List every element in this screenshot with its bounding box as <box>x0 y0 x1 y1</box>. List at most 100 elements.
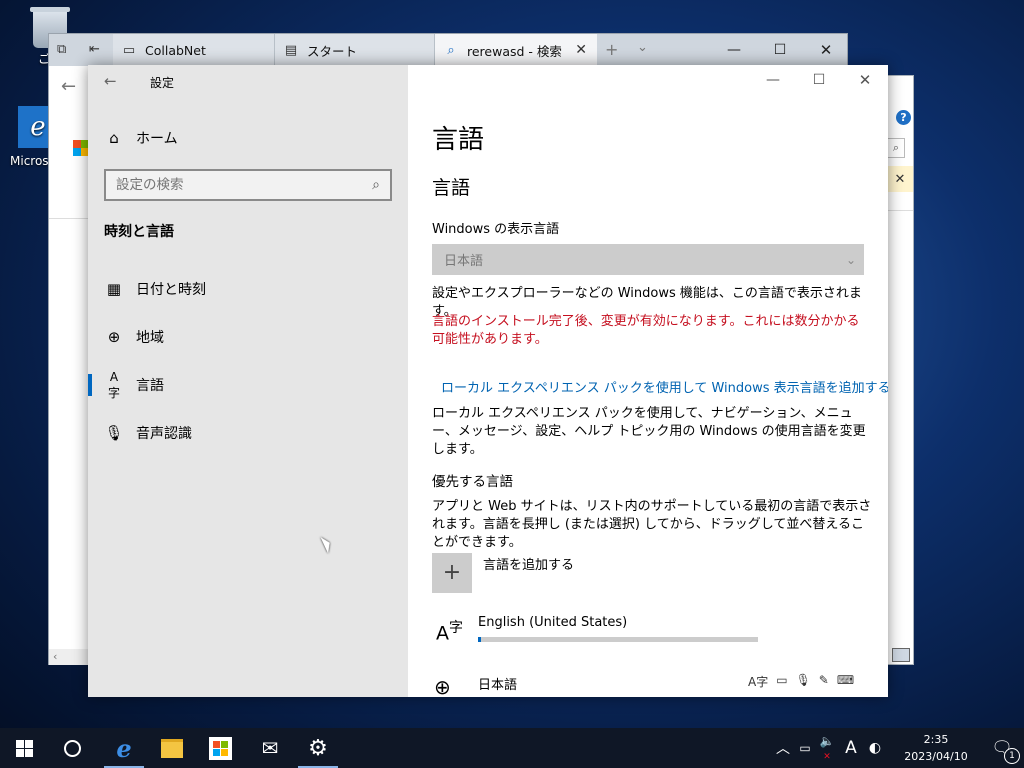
tab-label: スタート <box>307 43 358 59</box>
edge-tab-bar: ⧉ ⇤ ▭ CollabNet ▤ スタート ⌕ rerewasd - 検索 ✕… <box>49 34 847 66</box>
taskbar-file-explorer[interactable] <box>148 728 196 768</box>
section-title: 時刻と言語 <box>104 224 174 240</box>
dropdown-value: 日本語 <box>444 254 484 269</box>
window-title: 設定 <box>150 76 175 90</box>
close-icon[interactable]: ✕ <box>895 172 906 187</box>
cortana-circle-icon <box>63 739 81 757</box>
action-center-button[interactable]: 🗨 1 <box>980 728 1024 768</box>
taskbar-settings[interactable]: ⚙ <box>294 728 342 768</box>
section-subtitle: 言語 <box>432 177 471 199</box>
chevron-down-icon: ⌄ <box>845 252 856 267</box>
mouse-cursor-icon <box>320 534 334 554</box>
search-icon: ⌕ <box>372 177 380 193</box>
chevron-down-icon[interactable]: ⌄ <box>637 40 648 55</box>
display-language-feature-icon: A字 <box>748 675 769 689</box>
local-experience-link[interactable]: ローカル エクスペリエンス パックを使用して Windows 表示言語を追加する <box>432 377 888 396</box>
tab-preview-icon[interactable]: ⧉ <box>57 42 66 57</box>
taskbar-mail[interactable]: ✉ <box>246 728 294 768</box>
back-button[interactable]: ← <box>104 72 117 90</box>
globe-language-icon: ⊕ <box>434 675 451 697</box>
image-icon <box>892 648 910 662</box>
scroll-left-icon[interactable]: ‹ <box>49 650 57 663</box>
language-features: A字 ▭ 🎙 ✎ ⌨ <box>748 673 854 690</box>
close-button[interactable]: ✕ <box>803 34 849 66</box>
search-input[interactable] <box>106 176 362 194</box>
nav-language[interactable]: A字 言語 <box>88 365 408 405</box>
tab-collabnet[interactable]: ▭ CollabNet <box>113 34 275 66</box>
local-experience-description: ローカル エクスペリエンス パックを使用して、ナビゲーション、メニュー、メッセー… <box>432 406 866 457</box>
add-language-button[interactable]: + 言語を追加する <box>432 553 732 593</box>
tab-search-results[interactable]: ⌕ rerewasd - 検索 ✕ <box>435 34 597 66</box>
system-tray: ︿ ▭ 🔈✕ A ◐ <box>772 728 886 768</box>
display-language-label: Windows の表示言語 <box>432 222 560 237</box>
tab-aside-icon[interactable]: ⇤ <box>89 42 100 57</box>
preferred-languages-title: 優先する言語 <box>432 474 513 490</box>
nav-region[interactable]: ⊕ 地域 <box>88 317 408 357</box>
new-tab-icon[interactable]: + <box>605 40 618 59</box>
minimize-button[interactable]: — <box>750 65 796 95</box>
language-icon: A字 <box>436 620 463 645</box>
tab-start[interactable]: ▤ スタート <box>275 34 435 66</box>
globe-icon: ⊕ <box>107 328 121 346</box>
settings-content-pane: — ☐ ✕ 言語 言語 Windows の表示言語 日本語 ⌄ 設定やエクスプロ… <box>408 65 888 697</box>
microsoft-logo-icon <box>73 140 89 156</box>
nav-speech[interactable]: 🎙 音声認識 <box>88 413 408 453</box>
gear-icon: ⚙ <box>308 735 328 761</box>
nav-item-label: 音声認識 <box>136 426 192 442</box>
keyboard-icon: ⌨ <box>836 673 855 687</box>
handwriting-icon: ✎ <box>818 673 829 687</box>
back-icon[interactable]: ← <box>61 76 76 97</box>
microphone-icon: 🎙 <box>795 673 811 687</box>
taskbar: e ✉ ⚙ ︿ ▭ 🔈✕ A ◐ 2:35 2023/04/10 🗨 1 <box>0 728 1024 768</box>
restart-warning: 言語のインストール完了後、変更が有効になります。これには数分かかる可能性がありま… <box>432 314 860 347</box>
progress-fill <box>478 637 481 642</box>
page-title: 言語 <box>432 125 485 155</box>
microphone-icon: 🎙 <box>104 424 124 442</box>
close-button[interactable]: ✕ <box>842 65 888 95</box>
local-experience-link-label[interactable]: ローカル エクスペリエンス パックを使用して Windows 表示言語を追加する <box>441 377 888 396</box>
plus-icon: + <box>432 553 472 593</box>
cortana-button[interactable] <box>48 728 96 768</box>
mail-icon: ✉ <box>261 736 279 760</box>
page-icon: ▭ <box>122 42 136 58</box>
search-icon: ⌕ <box>447 42 455 58</box>
store-icon <box>208 736 232 760</box>
edge-icon: e <box>116 733 132 763</box>
language-item-japanese[interactable]: ⊕ 日本語 A字 ▭ 🎙 ✎ ⌨ <box>432 671 872 697</box>
night-light-icon[interactable]: ◐ <box>864 740 886 756</box>
display-language-dropdown[interactable]: 日本語 ⌄ <box>432 244 864 275</box>
home-icon: ⌂ <box>109 129 119 147</box>
clock[interactable]: 2:35 2023/04/10 <box>898 731 974 765</box>
horizontal-scrollbar[interactable]: ‹ <box>49 649 89 665</box>
maximize-button[interactable]: ☐ <box>796 65 842 95</box>
help-banner: ✕ <box>887 166 913 192</box>
maximize-button[interactable]: ☐ <box>757 34 803 66</box>
start-page-icon: ▤ <box>284 42 298 58</box>
volume-muted-icon[interactable]: 🔈✕ <box>816 734 838 762</box>
nav-item-label: 日付と時刻 <box>136 282 206 298</box>
notification-count-badge: 1 <box>1004 748 1020 764</box>
taskbar-edge[interactable]: e <box>100 728 148 768</box>
taskbar-store[interactable] <box>196 728 244 768</box>
ime-mode-indicator[interactable]: A <box>838 738 864 758</box>
nav-date-time[interactable]: ▦ 日付と時刻 <box>88 269 408 309</box>
clock-time: 2:35 <box>923 733 949 746</box>
settings-search-box[interactable]: ⌕ <box>104 169 392 201</box>
settings-nav-pane: ← 設定 ⌂ ホーム ⌕ 時刻と言語 ▦ 日付と時刻 ⊕ 地域 A字 言語 🎙 … <box>88 65 408 697</box>
tab-label: rerewasd - 検索 <box>467 43 562 59</box>
settings-window: ← 設定 ⌂ ホーム ⌕ 時刻と言語 ▦ 日付と時刻 ⊕ 地域 A字 言語 🎙 … <box>88 65 888 697</box>
help-search-box[interactable]: ⌕ <box>887 138 905 158</box>
clock-date: 2023/04/10 <box>904 750 968 763</box>
tab-label: CollabNet <box>145 42 206 58</box>
minimize-button[interactable]: — <box>711 34 757 66</box>
nav-home[interactable]: ⌂ ホーム <box>88 118 408 158</box>
network-icon[interactable]: ▭ <box>794 741 816 755</box>
language-item-english[interactable]: A字 English (United States) <box>432 613 872 653</box>
preferred-languages-description: アプリと Web サイトは、リスト内のサポートしている最初の言語で表示されます。… <box>432 499 872 550</box>
folder-icon <box>161 738 183 758</box>
language-icon: A字 <box>107 369 120 400</box>
chevron-up-icon[interactable]: ︿ <box>772 738 794 758</box>
start-button[interactable] <box>0 728 48 768</box>
close-tab-icon[interactable]: ✕ <box>575 42 587 58</box>
help-icon[interactable]: ? <box>896 110 911 125</box>
